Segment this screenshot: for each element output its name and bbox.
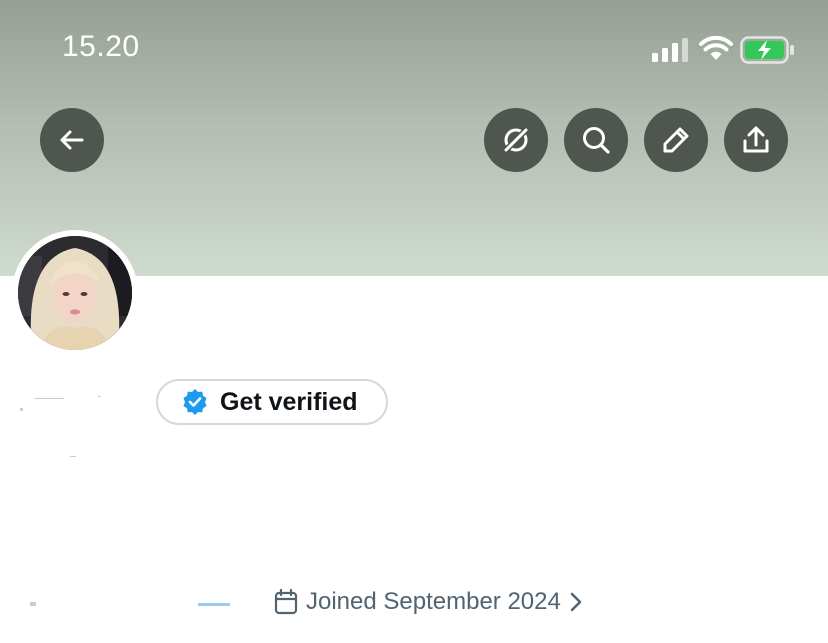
signal-icon bbox=[652, 38, 688, 62]
edit-button[interactable] bbox=[644, 108, 708, 172]
redacted-mark bbox=[20, 408, 23, 411]
redacted-mark bbox=[34, 398, 64, 399]
search-button[interactable] bbox=[564, 108, 628, 172]
pencil-icon bbox=[663, 127, 689, 153]
search-icon bbox=[583, 127, 610, 154]
battery-charging-icon bbox=[740, 36, 794, 64]
share-icon bbox=[743, 126, 769, 153]
chevron-right-icon bbox=[570, 592, 582, 612]
grok-icon bbox=[502, 126, 530, 154]
avatar[interactable] bbox=[12, 230, 138, 356]
get-verified-label: Get verified bbox=[220, 387, 358, 416]
arrow-left-icon bbox=[60, 130, 84, 150]
back-button[interactable] bbox=[40, 108, 104, 172]
redacted-mark bbox=[98, 396, 101, 397]
avatar-image bbox=[18, 236, 132, 350]
redacted-mark bbox=[198, 603, 230, 606]
wifi-icon bbox=[699, 36, 733, 60]
get-verified-button[interactable]: Get verified bbox=[156, 379, 388, 425]
joined-text: Joined September 2024 bbox=[306, 588, 561, 615]
calendar-icon bbox=[274, 589, 298, 615]
share-button[interactable] bbox=[724, 108, 788, 172]
redacted-mark bbox=[30, 602, 36, 606]
grok-button[interactable] bbox=[484, 108, 548, 172]
status-time: 15.20 bbox=[62, 30, 140, 63]
joined-date[interactable]: Joined September 2024 bbox=[274, 586, 583, 618]
redacted-mark bbox=[70, 456, 76, 457]
verified-badge-icon bbox=[183, 389, 207, 415]
